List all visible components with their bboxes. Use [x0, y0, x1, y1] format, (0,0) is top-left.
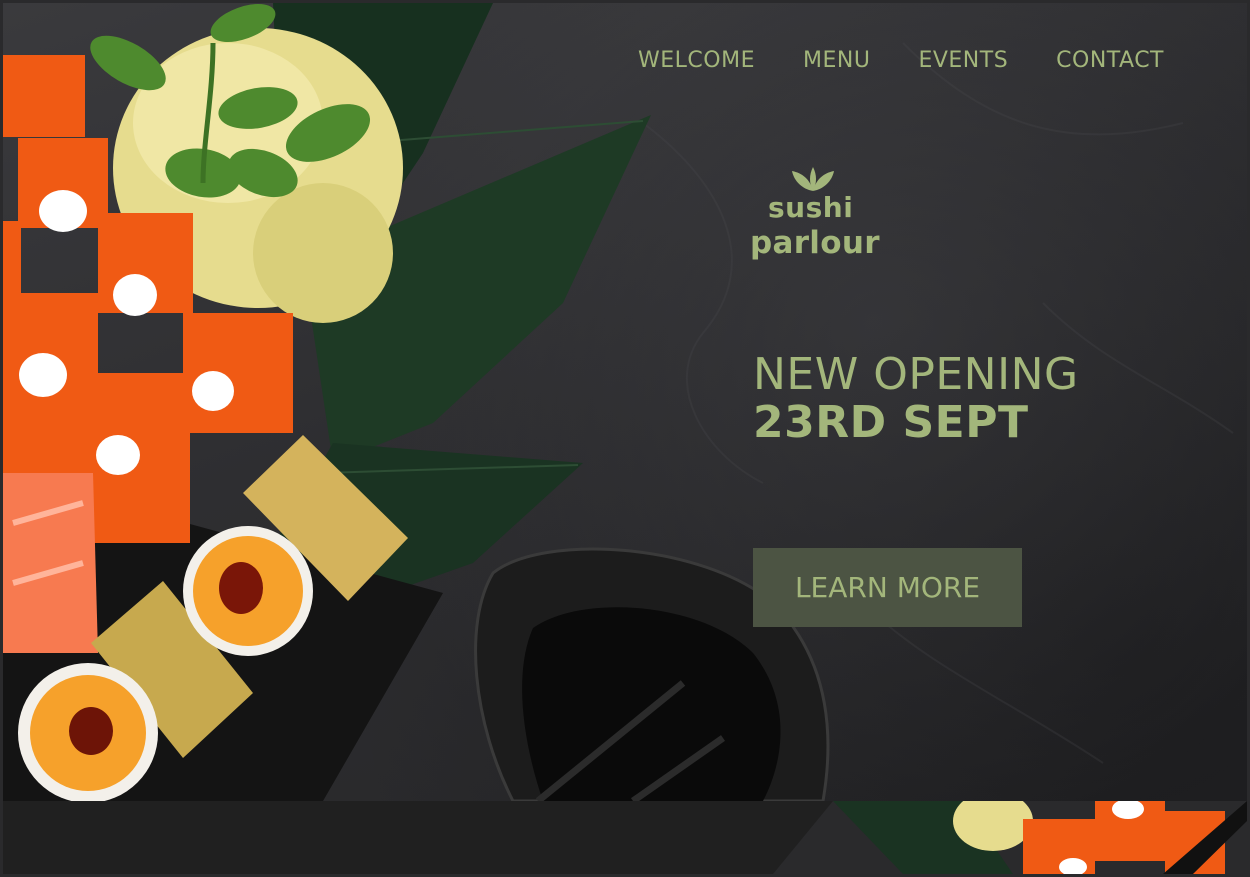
- sushi-footer-image: [773, 801, 1247, 874]
- sushi-parlour-logo[interactable]: sushi parlour: [748, 165, 880, 275]
- logo-text-line2: parlour: [750, 225, 880, 261]
- nav-link-menu[interactable]: MENU: [803, 48, 870, 73]
- footer-band: [3, 801, 1247, 874]
- hero-section: WELCOME MENU EVENTS CONTACT sushi parlou…: [3, 3, 1247, 801]
- learn-more-button[interactable]: LEARN MORE: [753, 548, 1022, 627]
- main-nav: WELCOME MENU EVENTS CONTACT: [638, 48, 1164, 73]
- hero-headline: NEW OPENING 23RD SEPT: [753, 351, 1079, 447]
- logo-text-line1: sushi: [768, 191, 854, 224]
- leaf-icon: [792, 167, 834, 191]
- headline-line1: NEW OPENING: [753, 349, 1079, 400]
- nav-link-welcome[interactable]: WELCOME: [638, 48, 755, 73]
- nav-link-events[interactable]: EVENTS: [918, 48, 1008, 73]
- nav-link-contact[interactable]: CONTACT: [1056, 48, 1164, 73]
- headline-line2: 23RD SEPT: [753, 397, 1029, 448]
